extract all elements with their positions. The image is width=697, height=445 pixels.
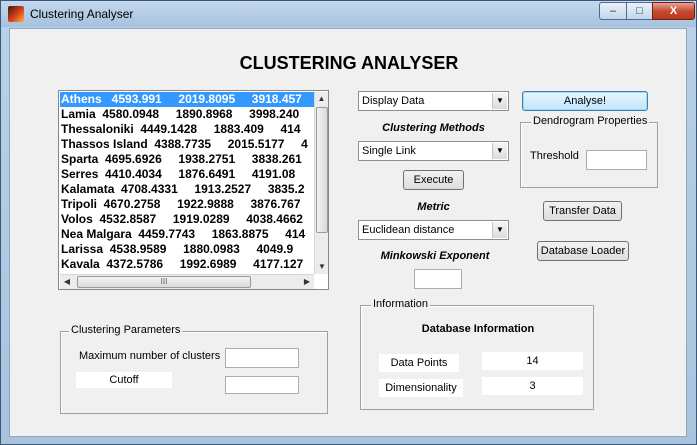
clustering-method-value: Single Link bbox=[362, 145, 416, 157]
cutoff-label: Cutoff bbox=[76, 372, 172, 388]
dimensionality-value: 3 bbox=[482, 377, 583, 395]
metric-select[interactable]: Euclidean distance ▼ bbox=[358, 220, 509, 240]
page-title: CLUSTERING ANALYSER bbox=[239, 53, 459, 73]
database-information-title: Database Information bbox=[421, 323, 535, 335]
client-area: CLUSTERING ANALYSER Athens 4593.991 2019… bbox=[9, 28, 687, 437]
clustering-parameters-legend: Clustering Parameters bbox=[69, 324, 183, 336]
minkowski-input[interactable] bbox=[414, 269, 462, 289]
vertical-scroll-thumb[interactable] bbox=[316, 107, 328, 233]
clustering-parameters-group: Clustering Parameters Maximum number of … bbox=[60, 324, 328, 414]
list-item[interactable]: Athens 4593.991 2019.8095 3918.457 bbox=[60, 92, 314, 107]
list-item[interactable]: Sparta 4695.6926 1938.2751 3838.261 bbox=[60, 152, 314, 167]
execute-button[interactable]: Execute bbox=[403, 170, 464, 190]
data-points-value: 14 bbox=[482, 352, 583, 370]
horizontal-scrollbar[interactable]: ◀ III ▶ bbox=[60, 274, 314, 289]
close-button[interactable]: X bbox=[652, 2, 695, 20]
list-item[interactable]: Serres 4410.4034 1876.6491 4191.08 bbox=[60, 167, 314, 182]
list-item[interactable]: Volos 4532.8587 1919.0289 4038.4662 bbox=[60, 212, 314, 227]
analyse-button[interactable]: Analyse! bbox=[522, 91, 648, 111]
chevron-down-icon[interactable]: ▼ bbox=[492, 143, 507, 159]
window-title: Clustering Analyser bbox=[30, 7, 134, 21]
display-select[interactable]: Display Data ▼ bbox=[358, 91, 509, 111]
scroll-up-icon[interactable]: ▲ bbox=[315, 92, 328, 106]
dendrogram-legend: Dendrogram Properties bbox=[531, 115, 650, 127]
metric-value: Euclidean distance bbox=[362, 224, 455, 236]
threshold-label: Threshold bbox=[530, 150, 579, 162]
list-item[interactable]: Lamia 4580.0948 1890.8968 3998.240 bbox=[60, 107, 314, 122]
list-item[interactable]: Thessaloniki 4449.1428 1883.409 414 bbox=[60, 122, 314, 137]
chevron-down-icon[interactable]: ▼ bbox=[492, 222, 507, 238]
information-group: Information Database Information Data Po… bbox=[360, 298, 594, 410]
database-loader-button[interactable]: Database Loader bbox=[537, 241, 629, 261]
dimensionality-label: Dimensionality bbox=[379, 379, 463, 397]
cutoff-input[interactable] bbox=[225, 376, 299, 394]
max-clusters-input[interactable] bbox=[225, 348, 299, 368]
list-item[interactable]: Larissa 4538.9589 1880.0983 4049.9 bbox=[60, 242, 314, 257]
max-clusters-label: Maximum number of clusters bbox=[79, 350, 221, 362]
threshold-input[interactable] bbox=[586, 150, 647, 170]
minimize-button[interactable]: – bbox=[599, 2, 627, 20]
vertical-scrollbar[interactable]: ▲ ▼ bbox=[314, 92, 328, 274]
list-item[interactable]: Thassos Island 4388.7735 2015.5177 4 bbox=[60, 137, 314, 152]
clustering-methods-label: Clustering Methods bbox=[382, 122, 485, 134]
chevron-down-icon[interactable]: ▼ bbox=[492, 93, 507, 109]
horizontal-scroll-thumb[interactable]: III bbox=[77, 276, 251, 288]
scroll-right-icon[interactable]: ▶ bbox=[300, 275, 314, 289]
data-listbox[interactable]: Athens 4593.991 2019.8095 3918.457 Lamia … bbox=[58, 90, 329, 290]
data-points-label: Data Points bbox=[379, 354, 459, 372]
matlab-icon bbox=[8, 6, 24, 22]
maximize-button[interactable]: □ bbox=[626, 2, 653, 20]
scroll-left-icon[interactable]: ◀ bbox=[60, 275, 74, 289]
clustering-method-select[interactable]: Single Link ▼ bbox=[358, 141, 509, 161]
metric-label: Metric bbox=[417, 201, 450, 213]
list-item[interactable]: Nea Malgara 4459.7743 1863.8875 414 bbox=[60, 227, 314, 242]
display-select-value: Display Data bbox=[362, 95, 425, 107]
list-item[interactable]: Kavala 4372.5786 1992.6989 4177.127 bbox=[60, 257, 314, 272]
title-bar[interactable]: Clustering Analyser – □ X bbox=[1, 1, 696, 27]
transfer-data-button[interactable]: Transfer Data bbox=[543, 201, 622, 221]
data-list-rows: Athens 4593.991 2019.8095 3918.457 Lamia … bbox=[60, 92, 314, 274]
list-item[interactable]: Tripoli 4670.2758 1922.9888 3876.767 bbox=[60, 197, 314, 212]
dendrogram-properties-group: Dendrogram Properties Threshold bbox=[520, 115, 658, 188]
information-legend: Information bbox=[371, 298, 431, 310]
app-window: Clustering Analyser – □ X CLUSTERING ANA… bbox=[0, 0, 697, 445]
scroll-down-icon[interactable]: ▼ bbox=[315, 260, 328, 274]
list-item[interactable]: Kalamata 4708.4331 1913.2527 3835.2 bbox=[60, 182, 314, 197]
minkowski-label: Minkowski Exponent bbox=[380, 250, 490, 262]
